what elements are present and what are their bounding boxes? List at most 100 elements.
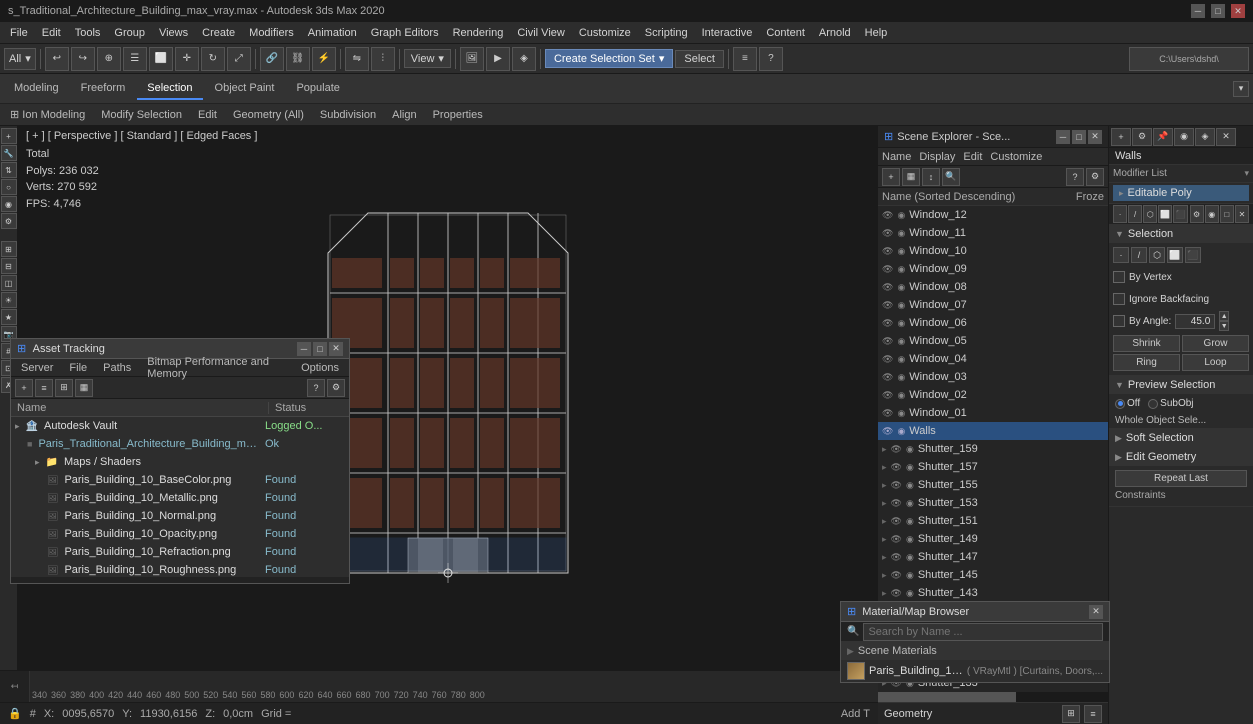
asset-menu-paths[interactable]: Paths <box>97 361 137 375</box>
ribbon-modify-selection[interactable]: Modify Selection <box>95 108 188 122</box>
expand-btn[interactable]: □ <box>1220 205 1234 223</box>
se-filter-btn[interactable]: ▦ <box>902 168 920 186</box>
preview-subobj-option[interactable]: SubObj <box>1148 398 1193 409</box>
asset-item-file[interactable]: ■ Paris_Traditional_Architecture_Buildin… <box>11 435 349 453</box>
filter-dropdown[interactable]: All ▾ <box>4 48 36 70</box>
mat-section-header[interactable]: ▶ Scene Materials <box>841 642 1109 660</box>
scene-item-shutter143[interactable]: ▸ 👁 ◉ Shutter_143 <box>878 584 1108 602</box>
asset-minimize-btn[interactable]: ─ <box>297 342 311 356</box>
menu-group[interactable]: Group <box>108 25 151 41</box>
asset-close-btn[interactable]: ✕ <box>329 342 343 356</box>
ring-btn[interactable]: Ring <box>1113 354 1180 371</box>
se-help-btn[interactable]: ? <box>1066 168 1084 186</box>
move-button[interactable]: ✛ <box>175 47 199 71</box>
tab-object-paint[interactable]: Object Paint <box>205 78 285 100</box>
create-selection-set-button[interactable]: Create Selection Set ▾ <box>545 49 673 68</box>
menu-edit[interactable]: Edit <box>36 25 67 41</box>
scene-item-window03[interactable]: 👁 ◉ Window_03 <box>878 368 1108 386</box>
asset-item-metallic[interactable]: 🖼 Paris_Building_10_Metallic.png Found <box>11 489 349 507</box>
scene-exp-btn[interactable]: ⊞ <box>1 241 17 257</box>
help-button[interactable]: ? <box>759 47 783 71</box>
mat-search-input[interactable] <box>863 623 1103 641</box>
asset-add-btn[interactable]: + <box>15 379 33 397</box>
menu-scripting[interactable]: Scripting <box>639 25 694 41</box>
se-sort-btn[interactable]: ↕ <box>922 168 940 186</box>
menu-file[interactable]: File <box>4 25 34 41</box>
select-button[interactable]: Select <box>675 50 724 68</box>
settings-btn[interactable]: ⚙ <box>1190 205 1204 223</box>
ribbon-align[interactable]: Align <box>386 108 422 122</box>
scene-item-window11[interactable]: 👁 ◉ Window_11 <box>878 224 1108 242</box>
minimize-button[interactable]: ─ <box>1191 4 1205 18</box>
se-menu-customize[interactable]: Customize <box>990 151 1042 163</box>
scene-item-shutter145[interactable]: ▸ 👁 ◉ Shutter_145 <box>878 566 1108 584</box>
scene-item-shutter149[interactable]: ▸ 👁 ◉ Shutter_149 <box>878 530 1108 548</box>
asset-menu-options[interactable]: Options <box>295 361 345 375</box>
scene-item-window02[interactable]: 👁 ◉ Window_02 <box>878 386 1108 404</box>
se-bottom-icon1[interactable]: ⊞ <box>1062 705 1080 723</box>
se-menu-name[interactable]: Name <box>882 151 911 163</box>
editable-poly-modifier[interactable]: ▸ Editable Poly <box>1113 185 1249 201</box>
element-sel-btn[interactable]: ⬛ <box>1185 247 1201 263</box>
align-button[interactable]: ⫶ <box>371 47 395 71</box>
preview-off-radio[interactable] <box>1115 399 1125 409</box>
viewport-lighting-btn[interactable]: ☀ <box>1 292 17 308</box>
asset-item-normal[interactable]: 🖼 Paris_Building_10_Normal.png Found <box>11 507 349 525</box>
ribbon-properties[interactable]: Properties <box>427 108 489 122</box>
menu-graph-editors[interactable]: Graph Editors <box>365 25 445 41</box>
selection-section-title[interactable]: ▼ Selection <box>1109 225 1253 243</box>
tab-populate[interactable]: Populate <box>286 78 349 100</box>
scene-scrollbar-thumb[interactable] <box>878 692 1016 702</box>
scene-item-window01[interactable]: 👁 ◉ Window_01 <box>878 404 1108 422</box>
viewport-quality-btn[interactable]: ★ <box>1 309 17 325</box>
scene-item-walls[interactable]: 👁 ◉ Walls <box>878 422 1108 440</box>
preview-subobj-radio[interactable] <box>1148 399 1158 409</box>
mirror-button[interactable]: ⇋ <box>345 47 369 71</box>
asset-help-btn[interactable]: ? <box>307 379 325 397</box>
asset-filter-btn[interactable]: ▦ <box>75 379 93 397</box>
ribbon-geometry-all[interactable]: Geometry (All) <box>227 108 310 122</box>
scene-item-shutter147[interactable]: ▸ 👁 ◉ Shutter_147 <box>878 548 1108 566</box>
viewport-layout-btn[interactable]: ⊟ <box>1 258 17 274</box>
edge-mode-btn[interactable]: / <box>1128 205 1142 223</box>
remove-modifier-btn[interactable]: ✕ <box>1216 128 1236 146</box>
show-end-result-btn[interactable]: ◉ <box>1174 128 1194 146</box>
asset-list[interactable]: ▸ 🏦 Autodesk Vault Logged O... ■ Paris_T… <box>11 417 349 577</box>
asset-item-opacity[interactable]: 🖼 Paris_Building_10_Opacity.png Found <box>11 525 349 543</box>
configure-btn[interactable]: ⚙ <box>1132 128 1152 146</box>
asset-item-roughness[interactable]: 🖼 Paris_Building_10_Roughness.png Found <box>11 561 349 577</box>
menu-interactive[interactable]: Interactive <box>696 25 759 41</box>
tab-freeform[interactable]: Freeform <box>71 78 136 100</box>
menu-arnold[interactable]: Arnold <box>813 25 857 41</box>
tab-modeling[interactable]: Modeling <box>4 78 69 100</box>
asset-item-basecolor[interactable]: 🖼 Paris_Building_10_BaseColor.png Found <box>11 471 349 489</box>
edge-sel-btn[interactable]: / <box>1131 247 1147 263</box>
hierarchy-panel-btn[interactable]: ⇅ <box>1 162 17 178</box>
select-object-button[interactable]: ⊕ <box>97 47 121 71</box>
unlink-button[interactable]: ⛓ <box>286 47 310 71</box>
asset-scrollbar[interactable] <box>11 577 349 583</box>
scene-item-window07[interactable]: 👁 ◉ Window_07 <box>878 296 1108 314</box>
scene-item-window06[interactable]: 👁 ◉ Window_06 <box>878 314 1108 332</box>
by-vertex-checkbox[interactable] <box>1113 271 1125 283</box>
maximize-button[interactable]: □ <box>1211 4 1225 18</box>
poly-mode-btn[interactable]: ⬜ <box>1158 205 1172 223</box>
angle-up-btn[interactable]: ▲ <box>1219 311 1229 321</box>
menu-customize[interactable]: Customize <box>573 25 637 41</box>
asset-list-btn[interactable]: ≡ <box>35 379 53 397</box>
menu-create[interactable]: Create <box>196 25 241 41</box>
mat-close-btn[interactable]: ✕ <box>1089 605 1103 619</box>
bind-space-warp[interactable]: ⚡ <box>312 47 336 71</box>
border-mode-btn[interactable]: ⬡ <box>1143 205 1157 223</box>
se-find-btn[interactable]: 🔍 <box>942 168 960 186</box>
asset-item-refraction[interactable]: 🖼 Paris_Building_10_Refraction.png Found <box>11 543 349 561</box>
menu-animation[interactable]: Animation <box>302 25 363 41</box>
view-dropdown[interactable]: View ▾ <box>404 49 451 68</box>
ignore-backfacing-checkbox[interactable] <box>1113 293 1125 305</box>
element-mode-btn[interactable]: ⬛ <box>1173 205 1187 223</box>
scene-item-window05[interactable]: 👁 ◉ Window_05 <box>878 332 1108 350</box>
asset-config-btn[interactable]: ⚙ <box>327 379 345 397</box>
render-button[interactable]: ▶ <box>486 47 510 71</box>
scale-button[interactable]: ⤢ <box>227 47 251 71</box>
viewport-shading-btn[interactable]: ◫ <box>1 275 17 291</box>
